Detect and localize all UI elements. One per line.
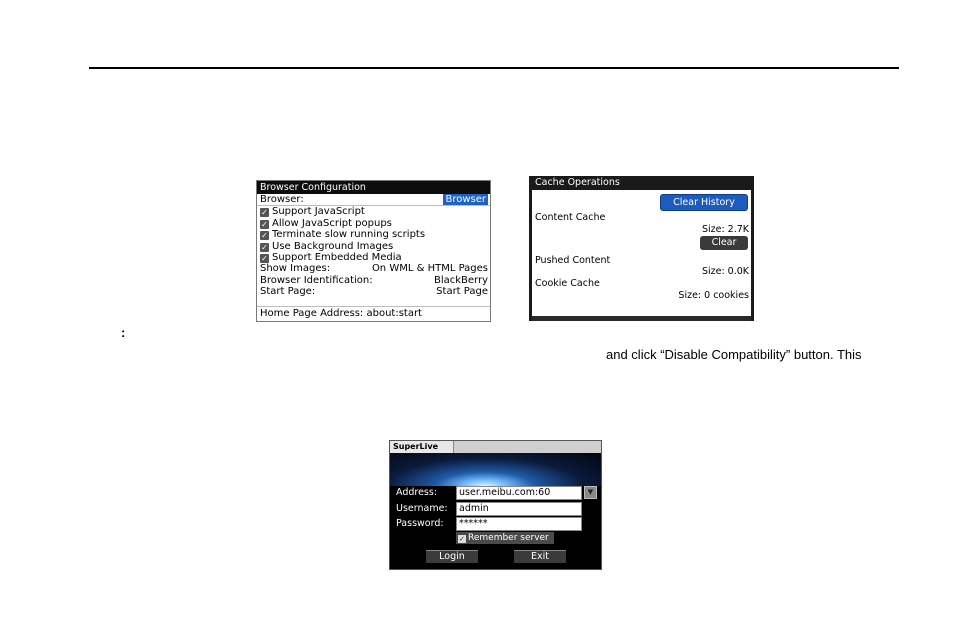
login-button[interactable]: Login: [426, 550, 478, 563]
option-label: Allow JavaScript popups: [272, 217, 392, 229]
show-images-value[interactable]: On WML & HTML Pages: [372, 263, 488, 274]
cache-bottom-bar: [532, 316, 751, 321]
checkbox-checked-icon[interactable]: ✓: [260, 208, 269, 218]
browser-select-row[interactable]: Browser: Browser: [257, 194, 490, 207]
remember-server-checkbox[interactable]: ✓ Remember server: [456, 532, 554, 544]
option-support-javascript[interactable]: ✓ Support JavaScript: [257, 206, 490, 218]
header-rule: [89, 67, 899, 69]
option-label: Support Embedded Media: [272, 251, 402, 263]
pushed-content-size: Size: 0.0K: [701, 266, 749, 277]
clear-history-button[interactable]: Clear History: [660, 194, 748, 211]
start-page-label: Start Page:: [260, 286, 316, 298]
checkbox-checked-icon[interactable]: ✓: [458, 535, 466, 543]
browser-config-title: Browser Configuration: [257, 181, 490, 194]
browser-identification-row[interactable]: Browser Identification: BlackBerry: [257, 275, 490, 286]
cache-operations-body: Clear History Content Cache Size: 2.7K C…: [532, 190, 751, 316]
checkbox-checked-icon[interactable]: ✓: [260, 253, 269, 263]
show-images-label: Show Images:: [260, 263, 331, 275]
browser-label: Browser:: [260, 194, 304, 205]
superlive-banner-image: [390, 453, 601, 486]
checkbox-checked-icon[interactable]: ✓: [260, 231, 269, 241]
body-text-fragment: and click “Disable Compatibility” button…: [606, 347, 862, 362]
start-page-value[interactable]: Start Page: [436, 286, 488, 297]
cache-operations-title: Cache Operations: [529, 176, 754, 190]
option-label: Use Background Images: [272, 240, 394, 252]
option-allow-javascript-popups[interactable]: ✓ Allow JavaScript popups: [257, 218, 490, 229]
content-cache-size: Size: 2.7K: [701, 224, 749, 235]
content-cache-label: Content Cache: [535, 212, 606, 223]
address-dropdown-icon[interactable]: ▼: [584, 486, 597, 499]
cache-operations-screenshot: Cache Operations Clear History Content C…: [529, 176, 754, 321]
home-page-address-field[interactable]: Home Page Address: about:start: [257, 306, 490, 321]
figure-caption-colon: :: [121, 325, 126, 340]
checkbox-checked-icon[interactable]: ✓: [260, 219, 269, 229]
option-terminate-slow-scripts[interactable]: ✓ Terminate slow running scripts: [257, 229, 490, 241]
browser-configuration-screenshot: Browser Configuration Browser: Browser ✓…: [256, 180, 491, 322]
username-label: Username:: [396, 503, 448, 514]
option-support-embedded-media[interactable]: ✓ Support Embedded Media: [257, 252, 490, 263]
browser-select-value[interactable]: Browser: [443, 194, 488, 206]
address-field[interactable]: user.meibu.com:60: [456, 486, 582, 500]
browser-identification-value[interactable]: BlackBerry: [434, 275, 488, 286]
cookie-cache-label: Cookie Cache: [535, 278, 600, 289]
browser-identification-label: Browser Identification:: [260, 274, 373, 286]
show-images-row[interactable]: Show Images: On WML & HTML Pages: [257, 263, 490, 274]
password-label: Password:: [396, 518, 444, 529]
clear-content-cache-button[interactable]: Clear: [700, 236, 748, 250]
option-label: Terminate slow running scripts: [272, 229, 426, 241]
cookie-cache-size: Size: 0 cookies: [678, 290, 749, 301]
checkbox-checked-icon[interactable]: ✓: [260, 242, 269, 252]
tab-superlive[interactable]: SuperLive: [390, 441, 454, 453]
pushed-content-label: Pushed Content: [535, 255, 611, 266]
start-page-row[interactable]: Start Page: Start Page: [257, 286, 490, 297]
superlive-login-screenshot: SuperLive Address: user.meibu.com:60 ▼ U…: [389, 440, 602, 570]
remember-server-label: Remember server: [468, 533, 549, 543]
address-label: Address:: [396, 487, 438, 498]
exit-button[interactable]: Exit: [514, 550, 566, 563]
option-label: Support JavaScript: [272, 206, 365, 218]
password-field[interactable]: ******: [456, 517, 582, 531]
superlive-tab-bar: SuperLive: [390, 441, 601, 453]
username-field[interactable]: admin: [456, 502, 582, 516]
option-use-background-images[interactable]: ✓ Use Background Images: [257, 241, 490, 252]
